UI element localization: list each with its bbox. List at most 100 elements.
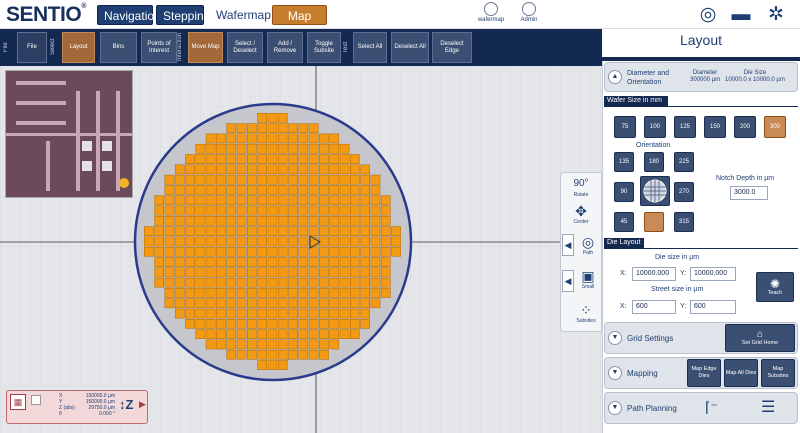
add-remove-button[interactable]: Add / Remove bbox=[267, 32, 303, 63]
die[interactable] bbox=[257, 288, 267, 298]
orient-315[interactable]: 315 bbox=[674, 212, 694, 232]
path-start-icon[interactable]: ⌈⁻ bbox=[705, 399, 718, 416]
die[interactable] bbox=[226, 236, 237, 247]
die[interactable] bbox=[380, 195, 391, 206]
die[interactable] bbox=[205, 205, 216, 216]
die[interactable] bbox=[164, 226, 175, 237]
die[interactable] bbox=[350, 308, 360, 319]
die[interactable] bbox=[185, 154, 195, 164]
admin-user-icon[interactable]: Admin bbox=[514, 2, 544, 23]
die[interactable] bbox=[298, 319, 309, 329]
die[interactable] bbox=[174, 236, 185, 247]
die[interactable] bbox=[288, 298, 298, 309]
die[interactable] bbox=[350, 185, 360, 195]
die[interactable] bbox=[329, 174, 340, 185]
die[interactable] bbox=[236, 143, 247, 154]
die[interactable] bbox=[226, 349, 237, 360]
die[interactable] bbox=[339, 205, 350, 216]
die[interactable] bbox=[308, 185, 319, 195]
tab-wafermap[interactable]: Wafermap bbox=[210, 5, 271, 25]
die[interactable] bbox=[216, 195, 226, 206]
die[interactable] bbox=[360, 308, 370, 319]
orient-0[interactable]: 0 bbox=[644, 212, 664, 232]
die[interactable] bbox=[298, 133, 309, 144]
orient-270[interactable]: 270 bbox=[674, 182, 694, 202]
die[interactable] bbox=[195, 164, 206, 175]
die[interactable] bbox=[360, 205, 370, 216]
die[interactable] bbox=[288, 174, 298, 185]
die[interactable] bbox=[257, 123, 267, 133]
die[interactable] bbox=[277, 195, 288, 206]
die[interactable] bbox=[339, 154, 350, 164]
die[interactable] bbox=[257, 133, 267, 144]
die[interactable] bbox=[298, 267, 309, 278]
die[interactable] bbox=[298, 298, 309, 309]
die[interactable] bbox=[288, 236, 298, 247]
die[interactable] bbox=[174, 288, 185, 298]
die[interactable] bbox=[267, 267, 278, 278]
die[interactable] bbox=[360, 319, 370, 329]
orient-135[interactable]: 135 bbox=[614, 152, 634, 172]
die[interactable] bbox=[329, 246, 340, 257]
die[interactable] bbox=[174, 174, 185, 185]
die[interactable] bbox=[185, 267, 195, 278]
die[interactable] bbox=[195, 205, 206, 216]
orient-90[interactable]: 90 bbox=[614, 182, 634, 202]
die[interactable] bbox=[277, 133, 288, 144]
die[interactable] bbox=[350, 246, 360, 257]
die[interactable] bbox=[360, 174, 370, 185]
die[interactable] bbox=[277, 123, 288, 133]
die[interactable] bbox=[164, 288, 175, 298]
die[interactable] bbox=[298, 195, 309, 206]
die[interactable] bbox=[247, 236, 257, 247]
die[interactable] bbox=[329, 133, 340, 144]
die[interactable] bbox=[154, 195, 165, 206]
die[interactable] bbox=[319, 308, 329, 319]
die[interactable] bbox=[185, 174, 195, 185]
die[interactable] bbox=[277, 164, 288, 175]
die[interactable] bbox=[329, 195, 340, 206]
die[interactable] bbox=[350, 154, 360, 164]
die[interactable] bbox=[257, 360, 267, 370]
die[interactable] bbox=[339, 308, 350, 319]
die[interactable] bbox=[226, 329, 237, 339]
die[interactable] bbox=[277, 288, 288, 298]
wafer-size-200[interactable]: 200 bbox=[734, 116, 756, 138]
die[interactable] bbox=[236, 339, 247, 350]
die[interactable] bbox=[288, 257, 298, 267]
die[interactable] bbox=[257, 298, 267, 309]
die[interactable] bbox=[391, 226, 401, 237]
die[interactable] bbox=[391, 236, 401, 247]
die[interactable] bbox=[288, 185, 298, 195]
die[interactable] bbox=[205, 195, 216, 206]
die[interactable] bbox=[226, 143, 237, 154]
die[interactable] bbox=[164, 195, 175, 206]
die[interactable] bbox=[267, 216, 278, 226]
wafermap-user-icon[interactable]: wafermap bbox=[476, 2, 506, 23]
die[interactable] bbox=[360, 298, 370, 309]
die[interactable] bbox=[277, 277, 288, 288]
die[interactable] bbox=[298, 339, 309, 350]
die[interactable] bbox=[257, 164, 267, 175]
die[interactable] bbox=[370, 216, 381, 226]
die[interactable] bbox=[319, 216, 329, 226]
die[interactable] bbox=[288, 143, 298, 154]
die[interactable] bbox=[329, 277, 340, 288]
die[interactable] bbox=[195, 288, 206, 298]
die[interactable] bbox=[350, 236, 360, 247]
die[interactable] bbox=[329, 308, 340, 319]
die[interactable] bbox=[288, 329, 298, 339]
die[interactable] bbox=[154, 257, 165, 267]
die[interactable] bbox=[236, 308, 247, 319]
die[interactable] bbox=[216, 174, 226, 185]
wafer-size-100[interactable]: 100 bbox=[644, 116, 666, 138]
die[interactable] bbox=[216, 216, 226, 226]
die[interactable] bbox=[308, 246, 319, 257]
die[interactable] bbox=[216, 319, 226, 329]
die[interactable] bbox=[360, 164, 370, 175]
die[interactable] bbox=[185, 205, 195, 216]
die[interactable] bbox=[288, 216, 298, 226]
die[interactable] bbox=[267, 308, 278, 319]
die[interactable] bbox=[205, 185, 216, 195]
die[interactable] bbox=[257, 308, 267, 319]
